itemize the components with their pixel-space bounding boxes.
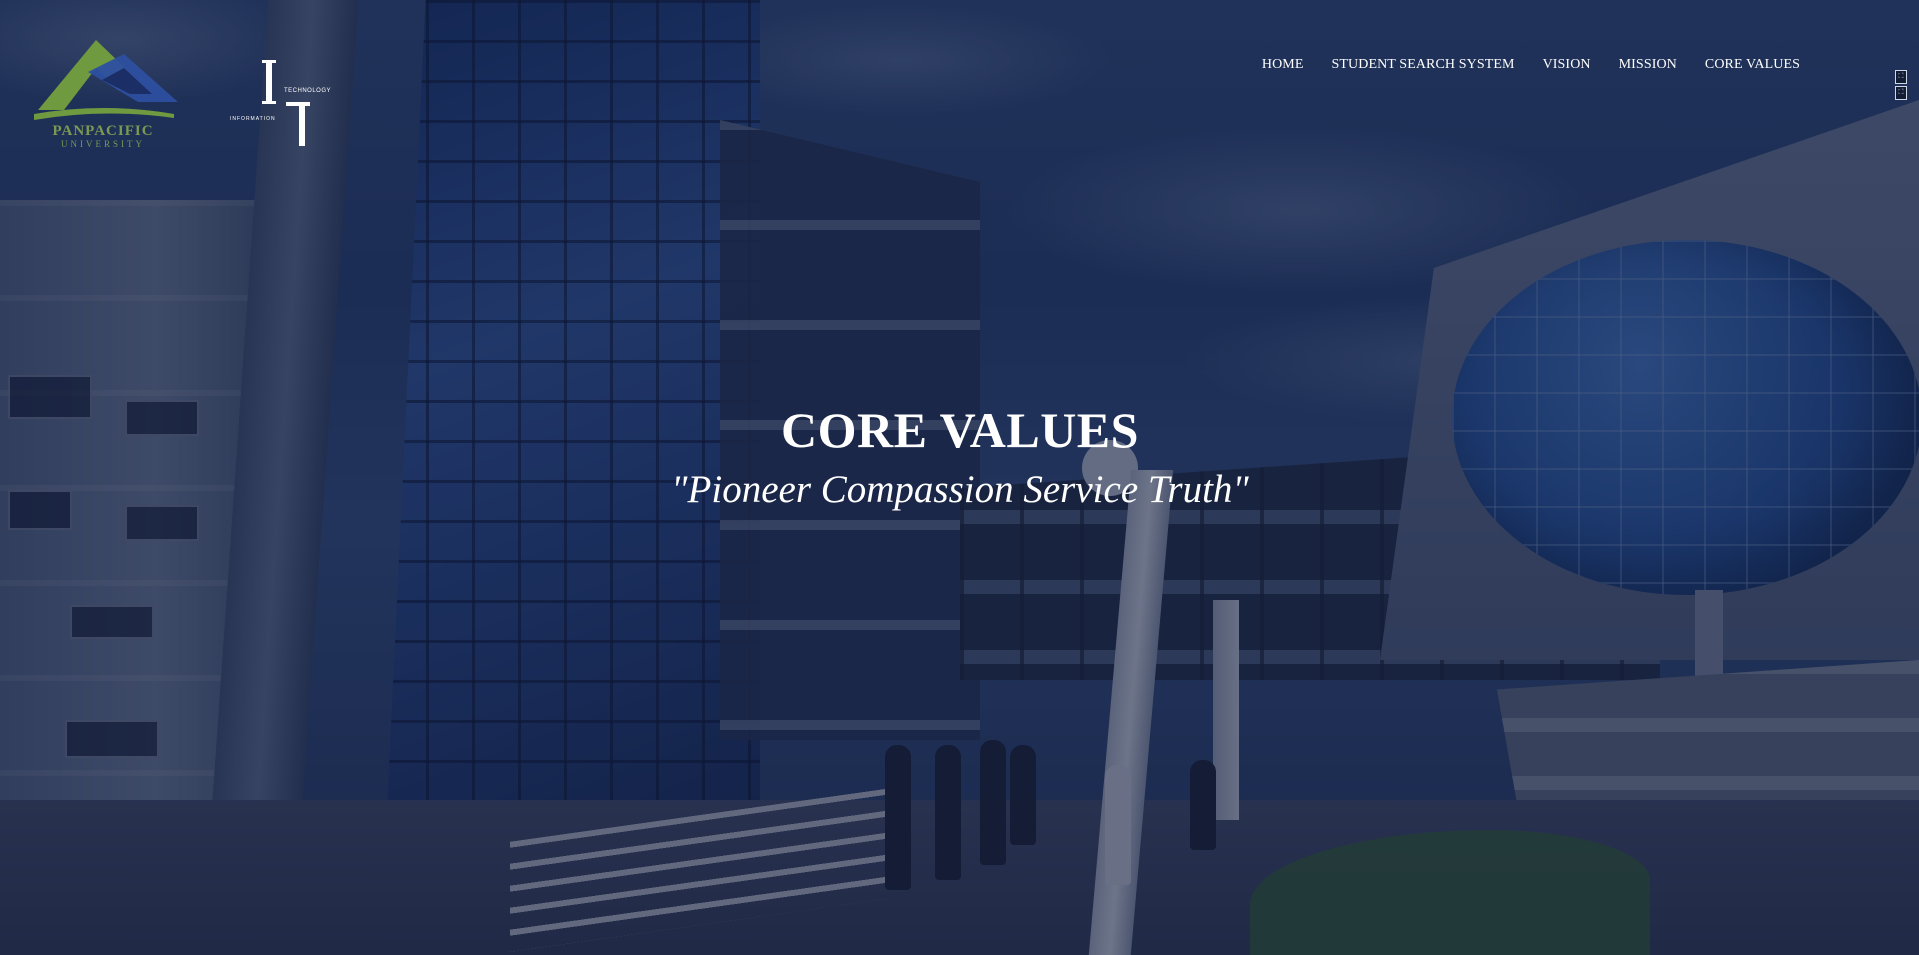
page: PANPACIFIC UNIVERSITY TECHNOLOGY INFORMA… [0, 0, 1919, 955]
hero-title: CORE VALUES [781, 402, 1139, 458]
it-logo-word-information: INFORMATION [230, 116, 276, 122]
nav-student-search-system[interactable]: STUDENT SEARCH SYSTEM [1331, 57, 1514, 73]
it-department-logo[interactable]: TECHNOLOGY INFORMATION [228, 60, 338, 150]
expand-icon[interactable]: ⛶ [1895, 70, 1907, 84]
it-logo-word-technology: TECHNOLOGY [284, 88, 332, 94]
university-logo-name: PANPACIFIC [52, 123, 154, 139]
main-navigation: HOME STUDENT SEARCH SYSTEM VISION MISSIO… [1260, 57, 1800, 73]
nav-vision[interactable]: VISION [1543, 57, 1591, 73]
it-logo-t-stem [299, 102, 305, 146]
it-logo-t-bar [286, 102, 310, 106]
edge-widget: ⛶ ⛶ [1895, 70, 1909, 100]
university-logo-subname: UNIVERSITY [61, 139, 145, 149]
nav-mission[interactable]: MISSION [1619, 57, 1677, 73]
hero-subtitle: "Pioneer Compassion Service Truth" [671, 468, 1249, 511]
it-logo-i-stem [266, 62, 272, 102]
university-logo[interactable]: PANPACIFIC UNIVERSITY [28, 32, 178, 152]
it-logo-i-serif [262, 101, 276, 104]
nav-home[interactable]: HOME [1262, 57, 1304, 73]
university-logo-emblem [34, 40, 178, 120]
hero-section: CORE VALUES "Pioneer Compassion Service … [460, 398, 1460, 514]
nav-core-values[interactable]: CORE VALUES [1705, 57, 1800, 73]
collapse-icon[interactable]: ⛶ [1895, 86, 1907, 100]
